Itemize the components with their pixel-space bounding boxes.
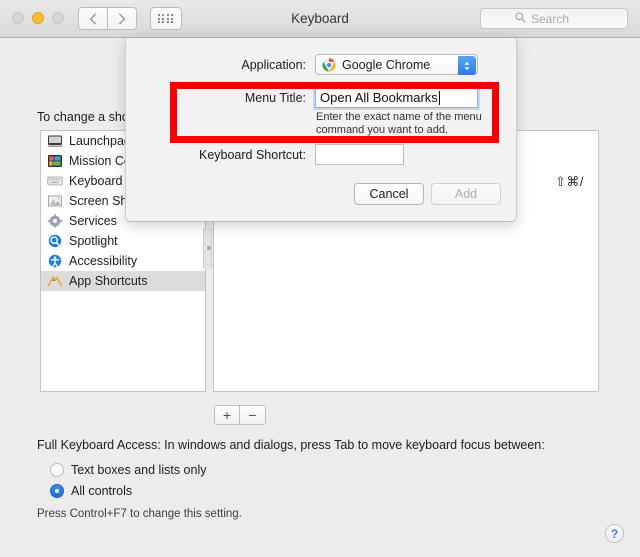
shortcut-key-value[interactable]: ⇧⌘/ <box>555 174 584 190</box>
launchpad-icon <box>47 134 63 148</box>
radio-button-icon <box>50 463 64 477</box>
search-field[interactable]: Search <box>480 8 628 29</box>
radio-label: Text boxes and lists only <box>71 463 207 477</box>
category-label: Spotlight <box>69 234 118 248</box>
radio-text-boxes-and-lists-only[interactable]: Text boxes and lists only <box>50 463 207 477</box>
spotlight-icon <box>47 234 63 248</box>
splitter-knob-icon <box>206 246 211 250</box>
application-value: Google Chrome <box>342 57 431 72</box>
full-keyboard-access-description: Full Keyboard Access: In windows and dia… <box>37 438 545 452</box>
category-row-app-shortcuts[interactable]: App Shortcuts <box>41 271 205 291</box>
add-remove-button-group: + − <box>214 405 266 425</box>
radio-all-controls[interactable]: All controls <box>50 484 132 498</box>
menu-title-hint: Enter the exact name of the menu command… <box>316 111 482 136</box>
category-label: Services <box>69 214 117 228</box>
text-caret-icon <box>438 90 440 105</box>
keyboard-icon <box>47 174 63 188</box>
category-row-spotlight[interactable]: Spotlight <box>41 231 205 251</box>
application-label: Application: <box>241 58 306 72</box>
category-label: Accessibility <box>69 254 138 268</box>
search-icon <box>515 10 526 28</box>
updown-chevron-icon <box>458 56 476 75</box>
add-button[interactable]: Add <box>431 183 501 205</box>
cancel-button[interactable]: Cancel <box>354 183 424 205</box>
mission-control-icon <box>47 154 63 168</box>
search-placeholder: Search <box>531 11 570 26</box>
services-gear-icon <box>47 214 63 228</box>
keyboard-shortcut-label: Keyboard Shortcut: <box>198 148 306 162</box>
category-row-accessibility[interactable]: Accessibility <box>41 251 205 271</box>
add-shortcut-button[interactable]: + <box>214 405 240 425</box>
remove-shortcut-button[interactable]: − <box>240 405 266 425</box>
screenshot-icon <box>47 194 63 208</box>
chrome-icon <box>322 57 336 72</box>
window-titlebar: Keyboard Search <box>0 0 640 38</box>
list-splitter-handle[interactable] <box>203 228 212 268</box>
keyboard-preferences-window: Keyboard Search To change a shortcut, se… <box>0 0 640 557</box>
accessibility-icon <box>47 254 63 268</box>
menu-title-label: Menu Title: <box>244 91 306 105</box>
category-label: Keyboard <box>69 174 123 188</box>
radio-label: All controls <box>71 484 133 498</box>
application-popup-button[interactable]: Google Chrome <box>315 54 478 75</box>
menu-title-input[interactable]: Open All Bookmarks <box>315 87 478 108</box>
radio-button-selected-icon <box>50 484 64 498</box>
help-button[interactable]: ? <box>605 524 624 543</box>
app-shortcuts-icon <box>47 274 63 288</box>
menu-title-value: Open All Bookmarks <box>320 90 438 105</box>
add-shortcut-sheet: Application: Google Chrome Menu Title: O… <box>125 38 517 222</box>
full-keyboard-access-note: Press Control+F7 to change this setting. <box>37 508 242 520</box>
category-label: App Shortcuts <box>69 274 148 288</box>
keyboard-shortcut-input[interactable] <box>315 144 404 165</box>
